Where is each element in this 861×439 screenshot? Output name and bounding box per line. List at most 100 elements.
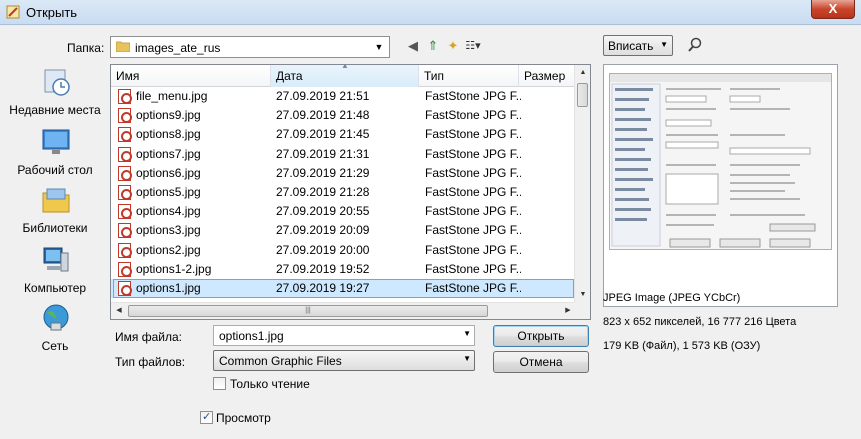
new-folder-icon[interactable]: ✦ xyxy=(444,37,462,55)
file-date: 27.09.2019 21:51 xyxy=(276,89,370,103)
scroll-up-icon[interactable]: ▲ xyxy=(575,65,590,81)
file-row[interactable]: options6.jpg 27.09.2019 21:29 FastStone … xyxy=(111,164,576,183)
scroll-thumb[interactable] xyxy=(577,83,588,107)
scroll-down-icon[interactable]: ▼ xyxy=(575,287,590,303)
jpg-file-icon xyxy=(118,146,132,162)
file-type: FastStone JPG F... xyxy=(425,242,521,257)
file-row[interactable]: options7.jpg 27.09.2019 21:31 FastStone … xyxy=(111,145,576,164)
window-title: Открыть xyxy=(26,5,78,20)
file-name: options5.jpg xyxy=(136,185,201,199)
image-size: 179 KB (Файл), 1 573 KB (ОЗУ) xyxy=(603,340,761,352)
file-row[interactable]: file_menu.jpg 27.09.2019 21:51 FastStone… xyxy=(111,87,576,106)
filename-label: Имя файла: xyxy=(115,330,182,344)
close-button[interactable]: X xyxy=(811,0,855,19)
open-button[interactable]: Открыть xyxy=(493,325,589,347)
file-type: FastStone JPG F... xyxy=(425,185,521,199)
file-name: options9.jpg xyxy=(136,108,201,123)
image-dimensions: 823 x 652 пикселей, 16 777 216 Цвета xyxy=(603,316,797,328)
file-name: options4.jpg xyxy=(136,204,201,219)
readonly-checkbox[interactable] xyxy=(213,377,226,390)
place-recent[interactable]: Недавние места xyxy=(5,67,105,123)
chevron-down-icon[interactable]: ▼ xyxy=(463,329,471,338)
file-type: FastStone JPG F... xyxy=(425,89,521,103)
place-network[interactable]: Сеть xyxy=(5,303,105,359)
folder-label: Папка: xyxy=(67,41,105,55)
file-type: FastStone JPG F... xyxy=(425,165,521,180)
file-date: 27.09.2019 21:48 xyxy=(276,108,370,123)
file-rows: file_menu.jpg 27.09.2019 21:51 FastStone… xyxy=(111,87,576,299)
up-folder-icon[interactable]: ⇑ xyxy=(424,37,442,55)
file-row[interactable]: options2.jpg 27.09.2019 20:00 FastStone … xyxy=(111,241,576,260)
view-menu-icon[interactable]: ☷▾ xyxy=(464,37,482,55)
filetype-value: Common Graphic Files xyxy=(219,354,342,368)
scroll-left-icon[interactable]: ◀ xyxy=(111,303,127,319)
file-name: options8.jpg xyxy=(136,127,201,142)
file-type: FastStone JPG F... xyxy=(425,281,521,295)
column-type[interactable]: Тип xyxy=(419,65,519,87)
vertical-scrollbar[interactable]: ▲ ▼ xyxy=(574,65,590,303)
scroll-corner xyxy=(574,302,590,319)
chevron-down-icon[interactable]: ▼ xyxy=(463,354,471,363)
file-type: FastStone JPG F... xyxy=(425,108,521,123)
place-computer[interactable]: Компьютер xyxy=(5,245,105,301)
file-type: FastStone JPG F... xyxy=(425,261,521,276)
title-bar: Открыть X xyxy=(0,0,861,25)
file-type: FastStone JPG F... xyxy=(425,127,521,142)
file-row[interactable]: options8.jpg 27.09.2019 21:45 FastStone … xyxy=(111,125,576,144)
jpg-file-icon xyxy=(118,185,132,200)
preview-pane xyxy=(603,64,838,307)
file-date: 27.09.2019 21:31 xyxy=(276,146,370,161)
jpg-file-icon xyxy=(118,281,132,296)
file-date: 27.09.2019 19:52 xyxy=(276,261,370,276)
filename-input[interactable]: options1.jpg ▼ xyxy=(213,325,475,346)
cancel-button[interactable]: Отмена xyxy=(493,351,589,373)
chevron-down-icon[interactable]: ▼ xyxy=(371,39,387,55)
jpg-file-icon xyxy=(118,108,132,124)
file-date: 27.09.2019 21:45 xyxy=(276,127,370,142)
place-libraries[interactable]: Библиотеки xyxy=(5,185,105,241)
horizontal-scrollbar[interactable]: ◀ ||| ▶ xyxy=(111,302,576,319)
filetype-select[interactable]: Common Graphic Files ▼ xyxy=(213,350,475,371)
file-date: 27.09.2019 20:09 xyxy=(276,223,370,238)
file-date: 27.09.2019 20:55 xyxy=(276,204,370,219)
place-label: Библиотеки xyxy=(22,221,88,235)
magnifier-icon[interactable] xyxy=(688,37,702,53)
file-type: FastStone JPG F... xyxy=(425,223,521,238)
jpg-file-icon xyxy=(118,165,132,181)
file-row[interactable]: options1-2.jpg 27.09.2019 19:52 FastSton… xyxy=(111,260,576,279)
scroll-thumb[interactable]: ||| xyxy=(128,305,488,317)
file-date: 27.09.2019 21:29 xyxy=(276,165,370,180)
file-row[interactable]: options4.jpg 27.09.2019 20:55 FastStone … xyxy=(111,202,576,221)
preview-thumbnail xyxy=(609,73,832,250)
file-row[interactable]: options5.jpg 27.09.2019 21:28 FastStone … xyxy=(111,183,576,202)
file-name: file_menu.jpg xyxy=(136,89,208,103)
folder-select[interactable]: images_ate_rus ▼ xyxy=(110,36,390,58)
sort-indicator-icon: ▲ xyxy=(341,64,349,70)
dialog-body: Папка: images_ate_rus ▼ ◀ ⇑ ✦ ☷▾ Недавни… xyxy=(0,26,861,439)
computer-icon xyxy=(43,247,69,272)
file-row[interactable]: options9.jpg 27.09.2019 21:48 FastStone … xyxy=(111,106,576,125)
jpg-file-icon xyxy=(118,89,132,104)
preview-checkbox[interactable]: ✓ xyxy=(200,411,213,424)
file-date: 27.09.2019 20:00 xyxy=(276,242,370,257)
place-desktop[interactable]: Рабочий стол xyxy=(5,127,105,183)
filetype-label: Тип файлов: xyxy=(115,355,186,369)
file-name: options2.jpg xyxy=(136,242,201,257)
file-row-selected[interactable]: options1.jpg 27.09.2019 19:27 FastStone … xyxy=(111,279,576,299)
preview-label: Просмотр xyxy=(216,411,271,425)
file-name: options6.jpg xyxy=(136,165,201,180)
file-name: options1-2.jpg xyxy=(136,261,212,276)
column-name[interactable]: Имя xyxy=(111,65,271,87)
checkmark-icon: ✓ xyxy=(202,411,212,423)
file-date: 27.09.2019 19:27 xyxy=(276,281,370,295)
back-icon[interactable]: ◀ xyxy=(404,37,422,55)
file-type: FastStone JPG F... xyxy=(425,204,521,219)
jpg-file-icon xyxy=(118,127,132,143)
chevron-down-icon[interactable]: ▼ xyxy=(660,40,668,49)
file-name: options3.jpg xyxy=(136,223,201,238)
file-list[interactable]: Имя Дата Тип Размер ▲ file_menu.jpg 27.0… xyxy=(110,64,591,320)
zoom-select[interactable]: Вписать ▼ xyxy=(603,35,673,56)
libraries-icon xyxy=(42,188,70,213)
file-row[interactable]: options3.jpg 27.09.2019 20:09 FastStone … xyxy=(111,221,576,240)
file-date: 27.09.2019 21:28 xyxy=(276,185,370,199)
